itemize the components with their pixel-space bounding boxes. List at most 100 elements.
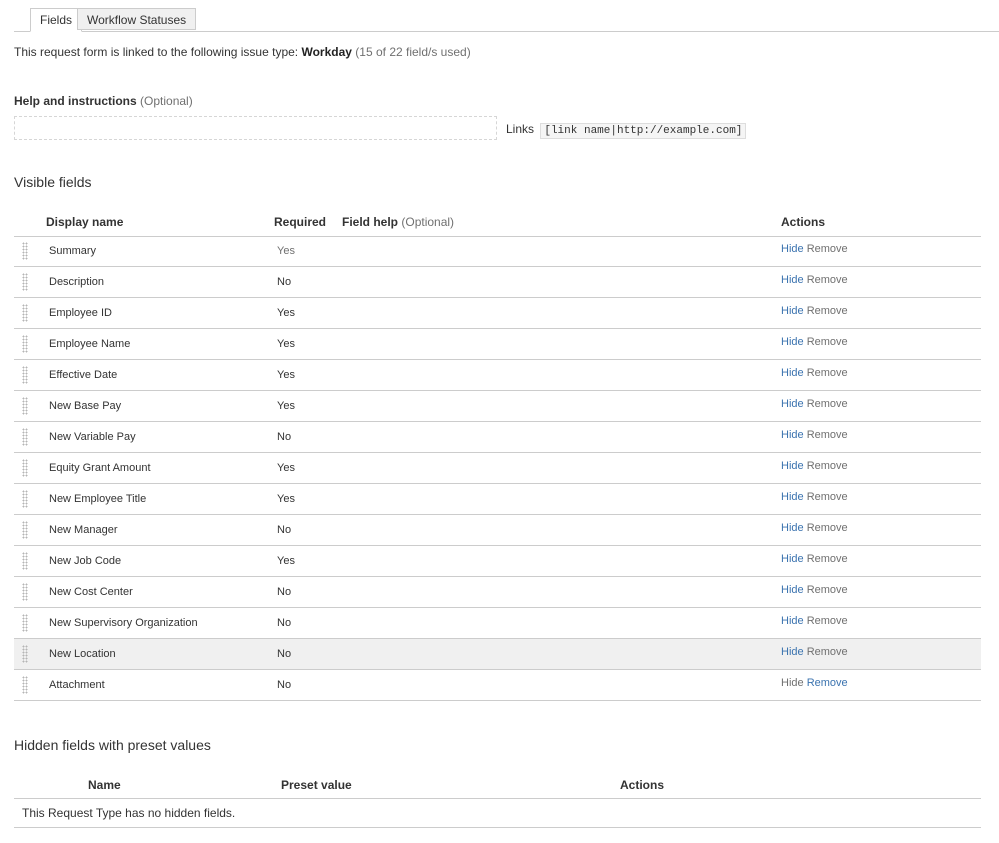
field-required-value: No — [277, 524, 292, 536]
tab-workflow-statuses[interactable]: Workflow Statuses — [77, 8, 197, 30]
field-row[interactable]: Summary Yes Hide Remove — [14, 236, 981, 267]
tab-bar: Fields Workflow Statuses — [0, 8, 999, 32]
field-display-name: Equity Grant Amount — [49, 462, 151, 474]
field-row[interactable]: Description No Hide Remove — [14, 267, 981, 298]
field-row[interactable]: New Job Code Yes Hide Remove — [14, 546, 981, 577]
remove-field-link[interactable]: Remove — [807, 584, 848, 596]
drag-handle-icon[interactable] — [22, 366, 28, 384]
header-name: Name — [88, 778, 121, 792]
remove-field-link[interactable]: Remove — [807, 336, 848, 348]
field-display-name: New Cost Center — [49, 586, 133, 598]
field-actions: Hide Remove — [781, 243, 848, 255]
field-required-value: Yes — [277, 369, 295, 381]
drag-handle-icon[interactable] — [22, 304, 28, 322]
field-row[interactable]: Attachment No Hide Remove — [14, 670, 981, 701]
hide-field-link[interactable]: Hide — [781, 367, 804, 379]
field-required-value: Yes — [277, 555, 295, 567]
field-row[interactable]: New Manager No Hide Remove — [14, 515, 981, 546]
remove-field-link[interactable]: Remove — [807, 429, 848, 441]
hide-field-link[interactable]: Hide — [781, 460, 804, 472]
hide-field-link[interactable]: Hide — [781, 615, 804, 627]
drag-handle-icon[interactable] — [22, 242, 28, 260]
hide-field-link[interactable]: Hide — [781, 429, 804, 441]
drag-handle-icon[interactable] — [22, 459, 28, 477]
hide-field-link[interactable]: Hide — [781, 522, 804, 534]
field-required-value: Yes — [277, 493, 295, 505]
field-actions: Hide Remove — [781, 584, 848, 596]
help-instructions-label: Help and instructions (Optional) — [14, 94, 193, 108]
field-row[interactable]: New Supervisory Organization No Hide Remov… — [14, 608, 981, 639]
remove-field-link[interactable]: Remove — [807, 553, 848, 565]
field-actions: Hide Remove — [781, 398, 848, 410]
field-actions: Hide Remove — [781, 553, 848, 565]
field-display-name: New Base Pay — [49, 400, 122, 412]
field-required-value: No — [277, 586, 292, 598]
hide-field-link[interactable]: Hide — [781, 243, 804, 255]
drag-handle-icon[interactable] — [22, 335, 28, 353]
drag-handle-icon[interactable] — [22, 428, 28, 446]
remove-field-link[interactable]: Remove — [807, 305, 848, 317]
remove-field-link[interactable]: Remove — [807, 615, 848, 627]
drag-handle-icon[interactable] — [22, 645, 28, 663]
field-actions: Hide Remove — [781, 491, 848, 503]
drag-handle-icon[interactable] — [22, 583, 28, 601]
field-row[interactable]: Effective Date Yes Hide Remove — [14, 360, 981, 391]
remove-field-link[interactable]: Remove — [807, 522, 848, 534]
field-display-name: Summary — [49, 245, 97, 257]
remove-field-link[interactable]: Remove — [807, 274, 848, 286]
remove-field-link[interactable]: Remove — [807, 243, 848, 255]
hide-field-link[interactable]: Hide — [781, 491, 804, 503]
drag-handle-icon[interactable] — [22, 676, 28, 694]
remove-field-link[interactable]: Remove — [807, 677, 848, 689]
field-required-value: No — [277, 276, 292, 288]
remove-field-link[interactable]: Remove — [807, 646, 848, 658]
field-actions: Hide Remove — [781, 460, 848, 472]
field-row[interactable]: New Base Pay Yes Hide Remove — [14, 391, 981, 422]
field-row[interactable]: New Variable Pay No Hide Remove — [14, 422, 981, 453]
remove-field-link[interactable]: Remove — [807, 367, 848, 379]
hide-field-link[interactable]: Hide — [781, 677, 804, 689]
hide-field-link[interactable]: Hide — [781, 553, 804, 565]
drag-handle-icon[interactable] — [22, 273, 28, 291]
field-actions: Hide Remove — [781, 522, 848, 534]
field-row[interactable]: New Employee Title Yes Hide Remove — [14, 484, 981, 515]
header-field-help-optional: (Optional) — [401, 215, 455, 229]
field-actions: Hide Remove — [781, 677, 848, 689]
hide-field-link[interactable]: Hide — [781, 336, 804, 348]
field-row[interactable]: Employee ID Yes Hide Remove — [14, 298, 981, 329]
field-required-value: Yes — [277, 307, 295, 319]
field-display-name: New Variable Pay — [49, 431, 136, 443]
header-display-name: Display name — [46, 215, 124, 229]
hide-field-link[interactable]: Hide — [781, 584, 804, 596]
hide-field-link[interactable]: Hide — [781, 274, 804, 286]
visible-fields-header: Display name Required Field help (Option… — [14, 205, 981, 237]
field-actions: Hide Remove — [781, 305, 848, 317]
remove-field-link[interactable]: Remove — [807, 491, 848, 503]
drag-handle-icon[interactable] — [22, 490, 28, 508]
hide-field-link[interactable]: Hide — [781, 646, 804, 658]
field-row[interactable]: Employee Name Yes Hide Remove — [14, 329, 981, 360]
drag-handle-icon[interactable] — [22, 552, 28, 570]
remove-field-link[interactable]: Remove — [807, 398, 848, 410]
tab-fields[interactable]: Fields — [30, 8, 83, 32]
header-required: Required — [274, 215, 327, 229]
field-row[interactable]: New Cost Center No Hide Remove — [14, 577, 981, 608]
field-display-name: Employee ID — [49, 307, 112, 319]
issue-type-name: Workday — [301, 45, 352, 59]
drag-handle-icon[interactable] — [22, 397, 28, 415]
field-display-name: New Supervisory Organization — [49, 617, 198, 629]
help-instructions-input[interactable] — [14, 116, 497, 140]
remove-field-link[interactable]: Remove — [807, 460, 848, 472]
drag-handle-icon[interactable] — [22, 521, 28, 539]
header-field-help: Field help (Optional) — [342, 215, 454, 229]
field-row[interactable]: Equity Grant Amount Yes Hide Remove — [14, 453, 981, 484]
hide-field-link[interactable]: Hide — [781, 305, 804, 317]
drag-handle-icon[interactable] — [22, 614, 28, 632]
hide-field-link[interactable]: Hide — [781, 398, 804, 410]
field-display-name: New Job Code — [49, 555, 122, 567]
field-actions: Hide Remove — [781, 646, 848, 658]
links-example: [link name|http://example.com] — [540, 123, 747, 139]
hidden-fields-title: Hidden fields with preset values — [14, 737, 211, 753]
field-row[interactable]: New Location No Hide Remove — [14, 639, 981, 670]
field-display-name: Attachment — [49, 679, 105, 691]
